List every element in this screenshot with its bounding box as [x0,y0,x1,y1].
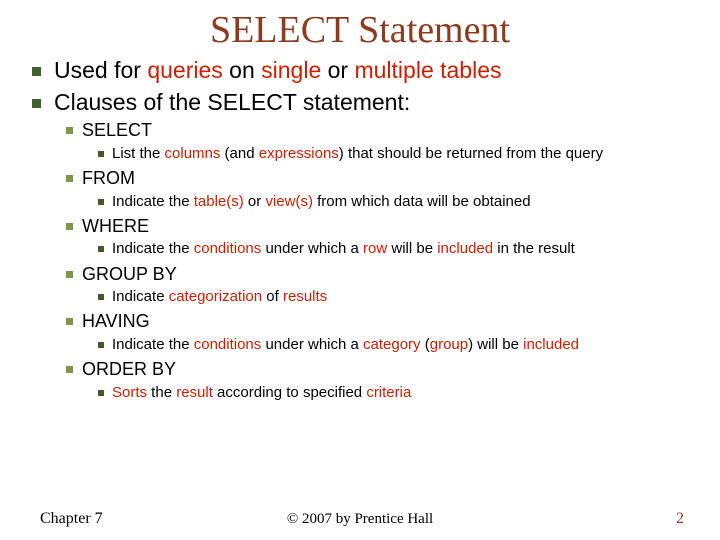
text: Indicate the [112,240,194,257]
text: columns [165,145,221,162]
text: table(s) [194,193,244,210]
text: result [176,384,213,401]
text: the [147,384,176,401]
text: ( [421,336,430,353]
clause-from-desc: Indicate the table(s) or view(s) from wh… [112,192,700,212]
text: Indicate [112,288,169,305]
clause-from: FROM [82,167,700,190]
clause-order-by: ORDER BY [82,358,700,381]
clause-having: HAVING [82,310,700,333]
text: category [363,336,421,353]
text: view(s) [265,193,313,210]
clause-where: WHERE [82,215,700,238]
text: of [262,288,283,305]
slide-title: SELECT Statement [0,0,720,52]
text: expressions [259,145,339,162]
text: single [261,57,321,83]
footer-page-number: 2 [676,510,684,528]
text: in the result [493,240,575,257]
text: or [244,193,266,210]
text: on [223,57,261,83]
clause-select: SELECT [82,119,700,142]
text: results [283,288,327,305]
text: according to specified [213,384,366,401]
text: Indicate the [112,336,194,353]
clause-group-by: GROUP BY [82,263,700,286]
text: group [430,336,468,353]
text: criteria [366,384,411,401]
text: included [523,336,579,353]
text: from which data will be obtained [313,193,531,210]
bullet-clauses: Clauses of the SELECT statement: [54,88,700,117]
text: Indicate the [112,193,194,210]
text: row [363,240,387,257]
text: ) will be [468,336,523,353]
clause-having-desc: Indicate the conditions under which a ca… [112,335,700,355]
text: Used for [54,57,147,83]
text: or [321,57,354,83]
text: under which a [261,240,363,257]
text: multiple tables [354,57,501,83]
text: conditions [194,336,262,353]
slide-content: Used for queries on single or multiple t… [0,52,720,403]
text: conditions [194,240,262,257]
text: (and [220,145,258,162]
text: will be [387,240,437,257]
text: ) that should be returned from the query [339,145,603,162]
footer-copyright: © 2007 by Prentice Hall [0,511,720,528]
clause-select-desc: List the columns (and expressions) that … [112,144,700,164]
text: queries [147,57,222,83]
clauses-list: SELECT List the columns (and expressions… [54,119,700,403]
text: included [437,240,493,257]
clause-group-by-desc: Indicate categorization of results [112,287,700,307]
clause-where-desc: Indicate the conditions under which a ro… [112,239,700,259]
text: categorization [169,288,262,305]
text: List the [112,145,165,162]
text: Sorts [112,384,147,401]
clause-order-by-desc: Sorts the result according to specified … [112,383,700,403]
text: under which a [261,336,363,353]
slide: SELECT Statement Used for queries on sin… [0,0,720,540]
bullet-used-for-queries: Used for queries on single or multiple t… [54,56,700,85]
